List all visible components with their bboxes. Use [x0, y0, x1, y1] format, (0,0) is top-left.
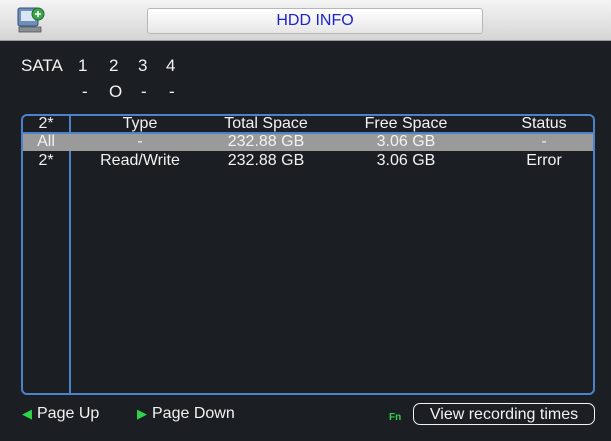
view-recording-times-button[interactable]: View recording times — [413, 403, 595, 425]
row-total-space: 232.88 GB — [227, 133, 305, 150]
table-row-disk-2[interactable]: 2* Read/Write 232.88 GB 3.06 GB Error — [23, 152, 593, 170]
title-bar: HDD INFO — [0, 0, 611, 41]
title-box: HDD INFO — [147, 8, 483, 34]
table-row-all[interactable]: All - 232.88 GB 3.06 GB - — [23, 133, 593, 151]
row-status: Error — [526, 152, 562, 169]
window-title: HDD INFO — [276, 12, 354, 29]
hdd-info-window: HDD INFO SATA 1 2 3 4 - O - - 2* Type To… — [0, 0, 611, 441]
hdd-table: 2* Type Total Space Free Space Status Al… — [21, 114, 595, 395]
row-id: All — [37, 133, 55, 150]
column-header-type: Type — [122, 115, 158, 132]
column-header-status: Status — [521, 115, 567, 132]
row-type: - — [137, 133, 143, 150]
sata-state-3: - — [141, 82, 147, 101]
sata-port-1[interactable]: 1 — [78, 56, 87, 76]
sata-state-4: - — [169, 82, 175, 101]
row-status: - — [541, 133, 547, 150]
page-up-icon: ◀ — [22, 406, 32, 421]
column-header-free-space: Free Space — [364, 115, 448, 132]
sata-state-2: O — [109, 82, 123, 101]
row-free-space: 3.06 GB — [376, 133, 436, 150]
sata-port-4[interactable]: 4 — [166, 56, 175, 76]
fn-key-label: Fn — [389, 412, 402, 423]
row-id: 2* — [38, 152, 54, 169]
sata-state-1: - — [82, 82, 88, 101]
row-type: Read/Write — [100, 152, 180, 169]
column-header-disk: 2* — [38, 115, 54, 132]
page-down-label: Page Down — [152, 405, 235, 422]
footer-bar: ◀ Page Up ▶ Page Down Fn View recording ti… — [0, 398, 611, 441]
page-down-button[interactable]: ▶ Page Down — [137, 405, 235, 425]
row-total-space: 232.88 GB — [227, 152, 305, 169]
row-free-space: 3.06 GB — [376, 152, 436, 169]
page-down-icon: ▶ — [137, 406, 147, 421]
sata-label: SATA — [21, 56, 63, 75]
page-up-button[interactable]: ◀ Page Up — [22, 405, 99, 425]
hdd-info-icon — [17, 7, 45, 33]
page-up-label: Page Up — [37, 405, 100, 422]
column-header-total-space: Total Space — [224, 115, 308, 132]
sata-port-2[interactable]: 2 — [109, 56, 118, 76]
sata-port-3[interactable]: 3 — [138, 56, 147, 76]
